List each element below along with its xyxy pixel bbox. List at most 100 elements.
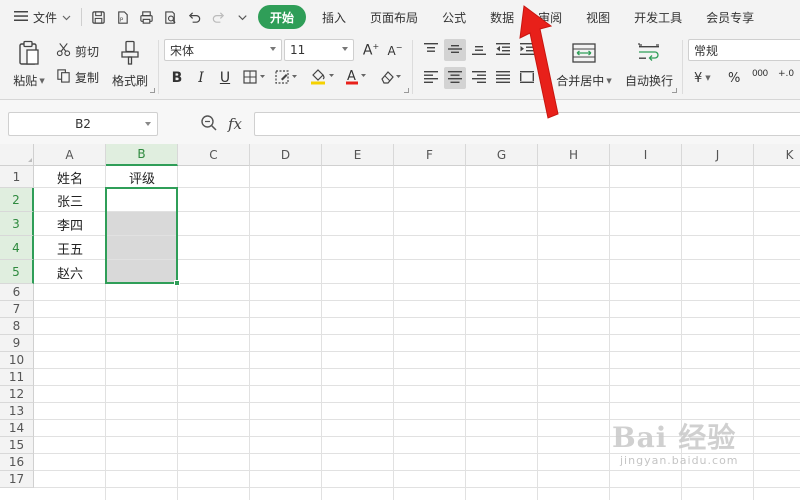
file-menu-label: 文件 [33, 10, 58, 25]
clipboard-group-launcher[interactable] [150, 88, 155, 93]
font-group-launcher[interactable] [404, 88, 409, 93]
increase-decimal-button[interactable]: +.0 [778, 64, 794, 84]
cell-a3[interactable]: 李四 [34, 212, 106, 236]
copy-icon [56, 68, 71, 86]
percent-button[interactable]: % [728, 68, 740, 88]
row-header-1[interactable]: 1 [0, 166, 34, 188]
currency-button[interactable]: ¥ ▼ [694, 68, 711, 88]
format-painter-label: 格式刷 [111, 74, 148, 88]
column-header-d[interactable]: D [250, 144, 322, 166]
format-painter-button[interactable]: 格式刷 [110, 38, 150, 96]
tab-member[interactable]: 会员专享 [694, 5, 766, 29]
tab-view[interactable]: 视图 [574, 5, 622, 29]
italic-button[interactable]: I [190, 67, 212, 89]
svg-text:P: P [119, 17, 123, 23]
thousands-separator-button[interactable]: 000 [752, 64, 768, 84]
customize-toolbar-icon[interactable] [230, 5, 254, 29]
font-color-button[interactable]: A [342, 67, 372, 89]
redo-icon[interactable] [206, 5, 230, 29]
cell-b1[interactable]: 评级 [106, 166, 178, 188]
fill-handle[interactable] [174, 280, 180, 286]
align-middle-button[interactable] [444, 39, 466, 61]
paste-button[interactable]: 粘贴 ▼ [10, 38, 48, 96]
undo-icon[interactable] [182, 5, 206, 29]
fill-color-button[interactable] [306, 67, 340, 89]
gridline [34, 487, 800, 488]
tab-formulas[interactable]: 公式 [430, 5, 478, 29]
column-header-f[interactable]: F [394, 144, 466, 166]
gridline [34, 334, 800, 335]
align-center-button[interactable] [444, 67, 466, 89]
ribbon-separator [682, 40, 683, 94]
align-bottom-button[interactable] [468, 39, 490, 61]
row-header-9[interactable]: 9 [0, 335, 34, 352]
font-name-select[interactable]: 宋体 [164, 39, 282, 61]
save-icon[interactable] [86, 5, 110, 29]
column-header-e[interactable]: E [322, 144, 394, 166]
print-icon[interactable] [134, 5, 158, 29]
borders-button[interactable] [240, 67, 270, 89]
alignment-group-launcher[interactable] [672, 88, 677, 93]
row-header-16[interactable]: 16 [0, 454, 34, 471]
file-menu-button[interactable]: 文件 [8, 5, 77, 29]
select-all-corner[interactable] [0, 144, 34, 166]
gridline [34, 368, 800, 369]
align-left-button[interactable] [420, 67, 442, 89]
row-header-13[interactable]: 13 [0, 403, 34, 420]
font-size-select[interactable]: 11 [284, 39, 354, 61]
insert-function-button[interactable]: fx [228, 113, 242, 135]
caret-down-icon: ▼ [705, 74, 711, 82]
decrease-font-button[interactable]: A− [384, 39, 406, 61]
selection-border [105, 187, 178, 284]
column-header-g[interactable]: G [466, 144, 538, 166]
increase-font-button[interactable]: A+ [360, 39, 382, 61]
currency-icon: ¥ [694, 70, 703, 86]
clear-button[interactable] [376, 67, 406, 89]
tab-insert[interactable]: 插入 [310, 5, 358, 29]
row-header-11[interactable]: 11 [0, 369, 34, 386]
row-header-5[interactable]: 5 [0, 260, 34, 284]
underline-button[interactable]: U [214, 67, 236, 89]
cell-style-button[interactable] [272, 67, 302, 89]
cell-a4[interactable]: 王五 [34, 236, 106, 260]
row-header-8[interactable]: 8 [0, 318, 34, 335]
row-header-15[interactable]: 15 [0, 437, 34, 454]
gridline [537, 166, 538, 500]
tab-page-layout[interactable]: 页面布局 [358, 5, 430, 29]
tab-home[interactable]: 开始 [258, 5, 307, 29]
cell-a5[interactable]: 赵六 [34, 260, 106, 284]
row-header-10[interactable]: 10 [0, 352, 34, 369]
row-header-17[interactable]: 17 [0, 471, 34, 488]
row-header-14[interactable]: 14 [0, 420, 34, 437]
copy-button[interactable]: 复制 [56, 66, 99, 88]
eraser-icon [379, 69, 403, 88]
column-header-b[interactable]: B [106, 144, 178, 166]
bold-button[interactable]: B [166, 67, 188, 89]
number-format-select[interactable]: 常规 [688, 39, 800, 61]
align-right-button[interactable] [468, 67, 490, 89]
zoom-search-icon[interactable] [200, 114, 220, 134]
column-header-h[interactable]: H [538, 144, 610, 166]
wrap-text-button[interactable]: 自动换行 [622, 38, 676, 96]
row-header-4[interactable]: 4 [0, 236, 34, 260]
tab-developer[interactable]: 开发工具 [622, 5, 694, 29]
row-header-6[interactable]: 6 [0, 284, 34, 301]
cut-button[interactable]: 剪切 [56, 40, 99, 62]
column-header-c[interactable]: C [178, 144, 250, 166]
column-header-i[interactable]: I [610, 144, 682, 166]
name-box[interactable]: B2 [8, 112, 158, 136]
row-header-12[interactable]: 12 [0, 386, 34, 403]
ribbon-separator [158, 40, 159, 94]
cell-a1[interactable]: 姓名 [34, 166, 106, 188]
align-top-button[interactable] [420, 39, 442, 61]
column-header-k[interactable]: K [754, 144, 800, 166]
row-header-3[interactable]: 3 [0, 212, 34, 236]
caret-down-icon: ▼ [606, 76, 612, 85]
cell-a2[interactable]: 张三 [34, 188, 106, 212]
export-pdf-icon[interactable]: P [110, 5, 134, 29]
column-header-j[interactable]: J [682, 144, 754, 166]
row-header-2[interactable]: 2 [0, 188, 34, 212]
row-header-7[interactable]: 7 [0, 301, 34, 318]
column-header-a[interactable]: A [34, 144, 106, 166]
print-preview-icon[interactable] [158, 5, 182, 29]
